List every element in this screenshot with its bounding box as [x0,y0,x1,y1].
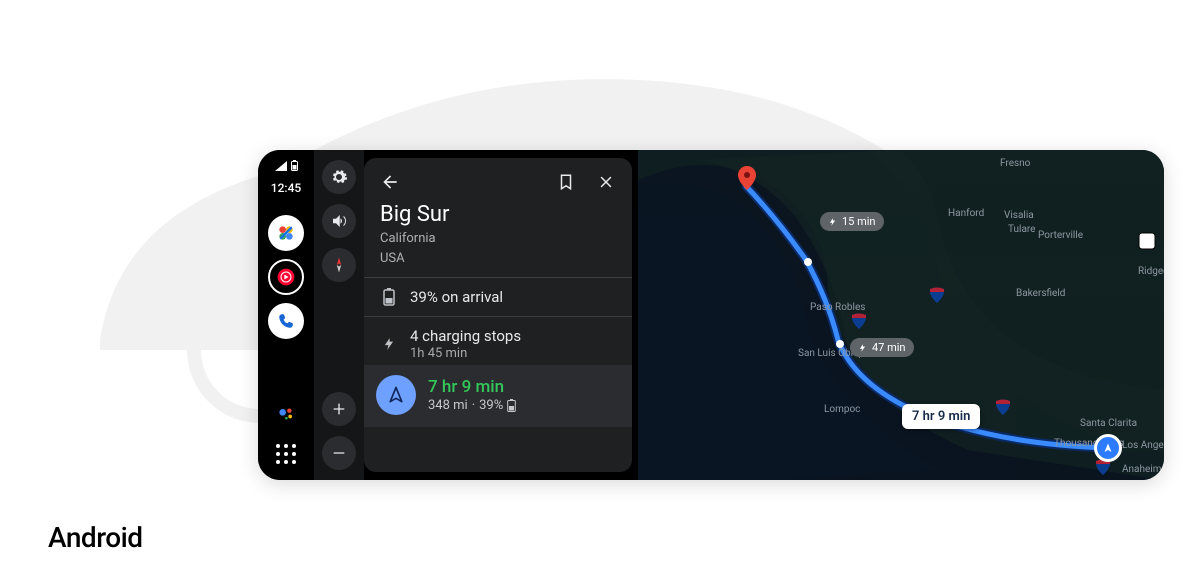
navigation-icon [1102,442,1114,454]
eta-text: 7 hr 9 min [428,377,516,397]
bolt-icon [382,335,396,353]
compass-button[interactable] [322,248,356,282]
battery-icon [291,160,298,171]
map-city-label: Fresno [1000,158,1030,169]
route-eta-chip[interactable]: 7 hr 9 min [902,404,980,429]
app-maps[interactable] [268,215,304,251]
map-city-label: Santa Clarita [1080,418,1137,429]
ytm-icon [276,267,296,287]
app-phone[interactable] [268,303,304,339]
maps-icon [276,223,296,243]
highway-shield-icon [850,312,868,330]
map-city-label: Porterville [1038,230,1083,241]
brand-label: Android [48,521,143,554]
map-city-label: Los Angeles [1122,440,1164,451]
chip-text: 47 min [872,341,906,354]
arrow-left-icon [380,172,400,192]
zoom-in-button[interactable] [322,392,356,426]
plus-icon [331,401,347,417]
charging-stops-text: 4 charging stops [410,327,521,345]
map-city-label: Bakersfield [1016,288,1065,299]
arrival-battery-text: 39% on arrival [410,288,503,306]
charging-stops-row[interactable]: 4 charging stops 1h 45 min [364,317,632,365]
compass-icon [330,256,348,274]
highway-shield-icon [994,398,1012,416]
battery-icon [507,399,516,412]
map-city-label: Hanford [948,208,984,219]
map-city-label: Lompoc [824,404,860,415]
close-button[interactable] [590,166,622,198]
back-button[interactable] [374,166,406,198]
route-line [638,150,1164,480]
clock: 12:45 [271,181,301,195]
chip-text: 15 min [842,215,876,228]
charging-stop-chip[interactable]: 15 min [820,212,884,231]
map-city-label: Ridgecrest [1138,266,1164,277]
map-tool-column [314,150,364,480]
destination-country: USA [380,250,616,268]
arrival-battery-row[interactable]: 39% on arrival [364,278,632,316]
bookmark-button[interactable] [550,166,582,198]
signal-icon [275,161,287,171]
volume-button[interactable] [322,204,356,238]
battery-percent-text: 39% [479,398,503,413]
map-view[interactable]: Fresno Visalia Tulare Hanford Porterville Bak… [638,150,1164,480]
charging-stop-chip[interactable]: 47 min [850,338,914,357]
destination-pin [738,166,756,190]
route-summary[interactable]: 7 hr 9 min 348 mi · 39% [364,365,632,427]
bolt-icon [858,342,867,354]
destination-region: California [380,230,616,248]
car-display: 12:45 [258,150,1164,480]
assistant-button[interactable] [268,396,304,432]
status-icons [275,160,298,171]
route-shield-icon [1138,232,1156,250]
navigation-card: Big Sur California USA 39% on arrival 4 … [364,158,632,472]
highway-shield-icon [928,286,946,304]
system-rail: 12:45 [258,150,314,480]
app-launcher[interactable] [272,440,300,468]
current-location [1094,434,1122,462]
map-city-label: Visalia [1004,210,1034,221]
gear-icon [330,168,348,186]
distance-text: 348 mi [428,398,468,413]
app-youtube-music[interactable] [268,259,304,295]
navigation-icon [386,385,406,405]
zoom-out-button[interactable] [322,436,356,470]
battery-icon [383,288,395,306]
settings-button[interactable] [322,160,356,194]
destination-title: Big Sur [380,202,616,228]
bookmark-icon [557,173,575,191]
start-nav-button[interactable] [376,375,416,415]
phone-icon [277,312,295,330]
close-icon [597,173,615,191]
map-city-label: Tulare [1008,224,1036,235]
assistant-icon [276,404,296,424]
volume-icon [330,212,348,230]
map-city-label: Anaheim [1122,464,1162,475]
minus-icon [331,445,347,461]
bolt-icon [828,216,837,228]
charging-duration: 1h 45 min [410,346,521,361]
